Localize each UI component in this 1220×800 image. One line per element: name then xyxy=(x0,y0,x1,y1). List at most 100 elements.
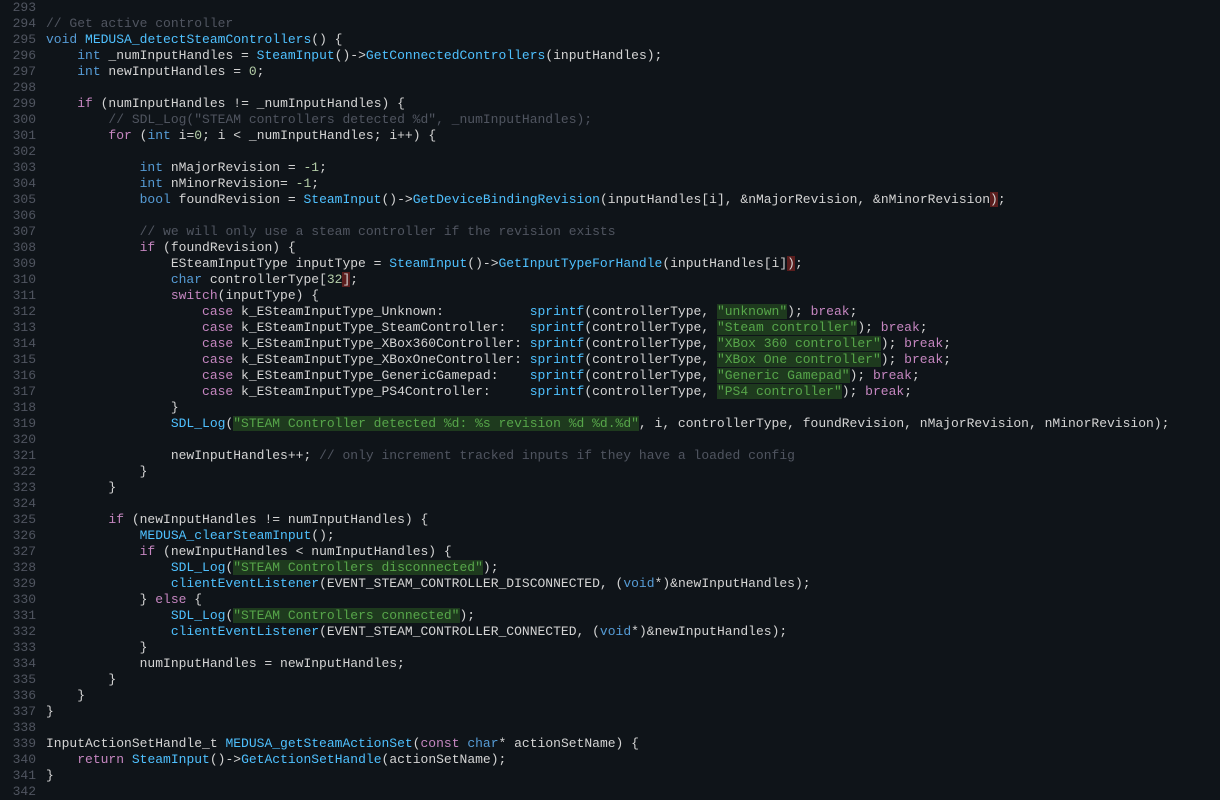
code-line[interactable]: for (int i=0; i < _numInputHandles; i++)… xyxy=(46,128,1220,144)
code-line[interactable]: case k_ESteamInputType_XBoxOneController… xyxy=(46,352,1220,368)
code-line[interactable]: int nMajorRevision = -1; xyxy=(46,160,1220,176)
code-line[interactable]: case k_ESteamInputType_XBox360Controller… xyxy=(46,336,1220,352)
token: "XBox 360 controller" xyxy=(717,336,881,351)
token: (inputHandles[i] xyxy=(662,256,787,271)
code-line[interactable]: clientEventListener(EVENT_STEAM_CONTROLL… xyxy=(46,624,1220,640)
token: } xyxy=(46,672,116,687)
token xyxy=(46,336,202,351)
token: "STEAM Controllers connected" xyxy=(233,608,459,623)
code-line[interactable]: case k_ESteamInputType_GenericGamepad: s… xyxy=(46,368,1220,384)
token: _numInputHandles) { xyxy=(249,96,405,111)
code-line[interactable]: } xyxy=(46,464,1220,480)
token: ); xyxy=(881,352,904,367)
token xyxy=(46,624,171,639)
token: void xyxy=(600,624,631,639)
code-line[interactable]: return SteamInput()->GetActionSetHandle(… xyxy=(46,752,1220,768)
code-line[interactable]: bool foundRevision = SteamInput()->GetDe… xyxy=(46,192,1220,208)
line-number: 334 xyxy=(4,656,36,672)
code-line[interactable]: if (newInputHandles != numInputHandles) … xyxy=(46,512,1220,528)
token xyxy=(46,224,140,239)
token: { xyxy=(186,592,202,607)
code-content[interactable]: // Get active controllervoid MEDUSA_dete… xyxy=(44,0,1220,796)
token: ; xyxy=(920,320,928,335)
code-line[interactable] xyxy=(46,80,1220,96)
code-line[interactable]: MEDUSA_clearSteamInput(); xyxy=(46,528,1220,544)
code-line[interactable]: SDL_Log("STEAM Controller detected %d: %… xyxy=(46,416,1220,432)
code-line[interactable]: int newInputHandles = 0; xyxy=(46,64,1220,80)
line-number: 340 xyxy=(4,752,36,768)
token: case xyxy=(202,384,233,399)
code-line[interactable]: } xyxy=(46,672,1220,688)
code-line[interactable]: switch(inputType) { xyxy=(46,288,1220,304)
code-line[interactable]: } xyxy=(46,480,1220,496)
token: GetActionSetHandle xyxy=(241,752,381,767)
code-line[interactable]: if (foundRevision) { xyxy=(46,240,1220,256)
line-number: 307 xyxy=(4,224,36,240)
code-line[interactable]: } xyxy=(46,640,1220,656)
line-number: 295 xyxy=(4,32,36,48)
token xyxy=(46,128,108,143)
code-line[interactable]: case k_ESteamInputType_SteamController: … xyxy=(46,320,1220,336)
line-number: 297 xyxy=(4,64,36,80)
code-line[interactable]: newInputHandles++; // only increment tra… xyxy=(46,448,1220,464)
token: k_ESteamInputType_XBoxOneController: xyxy=(233,352,529,367)
token: sprintf xyxy=(530,320,585,335)
code-line[interactable]: // SDL_Log("STEAM controllers detected %… xyxy=(46,112,1220,128)
token xyxy=(46,272,171,287)
token: int xyxy=(147,128,170,143)
code-line[interactable]: SDL_Log("STEAM Controllers disconnected"… xyxy=(46,560,1220,576)
code-line[interactable]: } xyxy=(46,704,1220,720)
token: * actionSetName) { xyxy=(499,736,639,751)
code-line[interactable]: case k_ESteamInputType_Unknown: sprintf(… xyxy=(46,304,1220,320)
token xyxy=(46,560,171,575)
code-line[interactable]: if (numInputHandles != _numInputHandles)… xyxy=(46,96,1220,112)
code-line[interactable]: int nMinorRevision= -1; xyxy=(46,176,1220,192)
code-line[interactable]: } xyxy=(46,400,1220,416)
token: ; xyxy=(912,368,920,383)
token: (inputType) { xyxy=(218,288,319,303)
code-line[interactable]: if (newInputHandles < numInputHandles) { xyxy=(46,544,1220,560)
token: 32 xyxy=(327,272,343,287)
code-line[interactable] xyxy=(46,208,1220,224)
code-line[interactable]: } xyxy=(46,768,1220,784)
token: i= xyxy=(171,128,194,143)
token: ; xyxy=(850,304,858,319)
code-line[interactable] xyxy=(46,784,1220,796)
code-line[interactable] xyxy=(46,496,1220,512)
token: SteamInput xyxy=(389,256,467,271)
token: ) xyxy=(787,256,795,271)
code-line[interactable]: int _numInputHandles = SteamInput()->Get… xyxy=(46,48,1220,64)
token: // only increment tracked inputs if they… xyxy=(319,448,795,463)
token: 0 xyxy=(249,64,257,79)
token: SDL_Log xyxy=(171,608,226,623)
code-line[interactable]: // we will only use a steam controller i… xyxy=(46,224,1220,240)
token: GetInputTypeForHandle xyxy=(499,256,663,271)
code-line[interactable]: void MEDUSA_detectSteamControllers() { xyxy=(46,32,1220,48)
token: "Generic Gamepad" xyxy=(717,368,850,383)
code-line[interactable]: // Get active controller xyxy=(46,16,1220,32)
line-number: 301 xyxy=(4,128,36,144)
code-line[interactable]: numInputHandles = newInputHandles; xyxy=(46,656,1220,672)
code-line[interactable] xyxy=(46,144,1220,160)
code-line[interactable] xyxy=(46,0,1220,16)
token: } xyxy=(46,464,147,479)
code-line[interactable] xyxy=(46,432,1220,448)
token xyxy=(46,112,108,127)
code-line[interactable] xyxy=(46,720,1220,736)
code-line[interactable]: char controllerType[32]; xyxy=(46,272,1220,288)
code-line[interactable]: } xyxy=(46,688,1220,704)
code-line[interactable]: case k_ESteamInputType_PS4Controller: sp… xyxy=(46,384,1220,400)
code-line[interactable]: InputActionSetHandle_t MEDUSA_getSteamAc… xyxy=(46,736,1220,752)
token: (controllerType, xyxy=(584,336,717,351)
token: MEDUSA_detectSteamControllers xyxy=(85,32,311,47)
code-editor[interactable]: 2932942952962972982993003013023033043053… xyxy=(0,0,1220,796)
token: -1 xyxy=(303,160,319,175)
code-line[interactable]: SDL_Log("STEAM Controllers connected"); xyxy=(46,608,1220,624)
code-line[interactable]: clientEventListener(EVENT_STEAM_CONTROLL… xyxy=(46,576,1220,592)
line-number: 319 xyxy=(4,416,36,432)
code-line[interactable]: } else { xyxy=(46,592,1220,608)
code-line[interactable]: ESteamInputType inputType = SteamInput()… xyxy=(46,256,1220,272)
line-number: 316 xyxy=(4,368,36,384)
token: k_ESteamInputType_Unknown: xyxy=(233,304,529,319)
line-number: 310 xyxy=(4,272,36,288)
